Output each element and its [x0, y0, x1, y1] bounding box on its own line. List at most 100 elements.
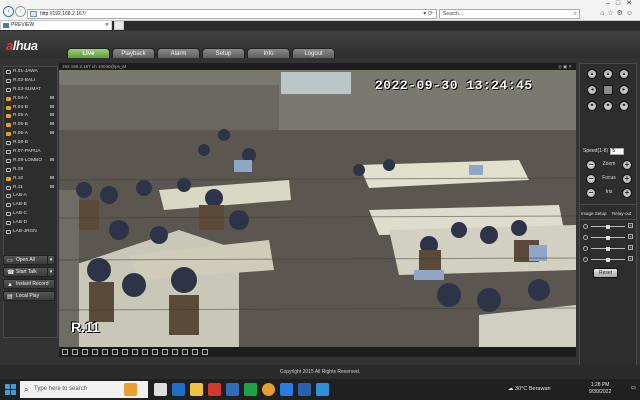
tab-relay-out[interactable]: Relay-out	[612, 211, 631, 216]
iris-open-button[interactable]: +	[622, 188, 632, 198]
channel-item[interactable]: R.09	[4, 166, 57, 175]
channel-item[interactable]: R.08-LOMBO M	[4, 157, 57, 166]
live-video-view[interactable]: 2022-09-30 13:24:45 R.11	[59, 70, 576, 347]
saturation-slider[interactable]: +	[583, 245, 633, 252]
channel-item[interactable]: LAB-D	[4, 219, 57, 228]
tab-live[interactable]: Live	[67, 48, 110, 58]
new-tab-button[interactable]	[114, 21, 124, 30]
word-icon[interactable]	[298, 383, 311, 396]
brightness-slider[interactable]: +	[583, 223, 633, 230]
channel-item[interactable]: LAB-A	[4, 192, 57, 201]
slider-thumb[interactable]	[606, 225, 610, 229]
audio-icon[interactable]	[192, 349, 198, 355]
ptz-right-button[interactable]: ▸	[619, 85, 629, 95]
open-all-button[interactable]: ▭ Open All ▾	[3, 255, 55, 265]
layout-1-icon[interactable]	[62, 349, 68, 355]
browser-tab[interactable]: PREVIEW ✕	[0, 20, 112, 30]
focus-far-button[interactable]: +	[622, 174, 632, 184]
layout-20-icon[interactable]	[142, 349, 148, 355]
layout-9-icon[interactable]	[92, 349, 98, 355]
channel-item[interactable]: R.05-A M	[4, 112, 57, 121]
tab-logout[interactable]: Logout	[292, 48, 335, 58]
chrome-icon[interactable]	[262, 383, 275, 396]
reset-button[interactable]: Reset	[593, 268, 618, 278]
layout-8-icon[interactable]	[112, 349, 118, 355]
file-explorer-icon[interactable]	[190, 383, 203, 396]
people-app-icon[interactable]	[124, 383, 137, 396]
channel-item[interactable]: R.07-PAPUA	[4, 148, 57, 157]
search-icon[interactable]: ⌕	[574, 10, 577, 18]
mail-icon[interactable]	[226, 383, 239, 396]
layout-13-icon[interactable]	[132, 349, 138, 355]
ptz-down-right-button[interactable]: ▾	[619, 101, 629, 111]
browser-search-input[interactable]: Search... ⌕	[439, 9, 580, 19]
weather-widget[interactable]: ☁ 30°C Berawan	[508, 386, 551, 392]
instant-record-button[interactable]: ▲ Instant Record	[3, 279, 55, 289]
snapshot-icon[interactable]	[172, 349, 178, 355]
fit-window-icon[interactable]	[202, 349, 208, 355]
dropdown-icon[interactable]: ▾	[47, 255, 54, 265]
channel-item[interactable]: R.02-BALI	[4, 77, 57, 86]
saturation-plus-icon[interactable]: +	[628, 245, 633, 250]
zoom-out-button[interactable]: −	[586, 160, 596, 170]
slider-thumb[interactable]	[606, 258, 610, 262]
excel-icon[interactable]	[244, 383, 257, 396]
tab-image-setup[interactable]: Image Setup	[581, 211, 607, 216]
channel-item[interactable]: R.03-SUMAT	[4, 86, 57, 95]
channel-item[interactable]: R.04-A M	[4, 95, 57, 104]
hue-plus-icon[interactable]: +	[628, 256, 633, 261]
slider-thumb[interactable]	[606, 247, 610, 251]
window-icons[interactable]: ◎▣✕	[558, 63, 573, 70]
channel-item[interactable]: LAB-B	[4, 201, 57, 210]
layout-4-icon[interactable]	[72, 349, 78, 355]
zoom-icon[interactable]	[280, 383, 293, 396]
iris-close-button[interactable]: −	[586, 188, 596, 198]
windows-start-button[interactable]	[5, 384, 16, 395]
browser-tool-icons[interactable]: ⌂☆⚙☺	[600, 9, 636, 17]
layout-16-icon[interactable]	[102, 349, 108, 355]
slider-thumb[interactable]	[606, 236, 610, 240]
ptz-down-button[interactable]: ▾	[603, 101, 613, 111]
local-play-button[interactable]: ▤ Local Play	[3, 291, 55, 301]
contrast-slider[interactable]: +	[583, 234, 633, 241]
ptz-up-right-button[interactable]: ▴	[619, 69, 629, 79]
focus-near-button[interactable]: −	[586, 174, 596, 184]
hue-slider[interactable]: +	[583, 256, 633, 263]
system-clock[interactable]: 1:28 PM 9/30/2022	[589, 382, 611, 396]
refresh-icon[interactable]: ▾ ⟳	[423, 10, 433, 18]
start-talk-button[interactable]: ☎ Start Talk ▾	[3, 267, 55, 277]
store-icon[interactable]	[208, 383, 221, 396]
edge-icon[interactable]	[172, 383, 185, 396]
ptz-left-button[interactable]: ◂	[587, 85, 597, 95]
layout-6-icon[interactable]	[122, 349, 128, 355]
record-toggle-icon[interactable]	[182, 349, 188, 355]
tab-playback[interactable]: Playback	[112, 48, 155, 58]
channel-item[interactable]: R.06-B	[4, 139, 57, 148]
speed-select[interactable]: 5	[610, 148, 625, 155]
close-tab-icon[interactable]: ✕	[105, 21, 109, 30]
fullscreen-icon[interactable]	[82, 349, 88, 355]
layout-36-icon[interactable]	[162, 349, 168, 355]
back-button[interactable]: ‹	[3, 6, 14, 17]
window-controls[interactable]: –□✕	[606, 0, 638, 7]
ptz-down-left-button[interactable]: ▾	[587, 101, 597, 111]
channel-item[interactable]: R.11 M	[4, 184, 57, 193]
channel-item[interactable]: LAB-C	[4, 210, 57, 219]
zoom-in-button[interactable]: +	[622, 160, 632, 170]
channel-item[interactable]: R.06-A M	[4, 130, 57, 139]
channel-item[interactable]: R.01-JAWA	[4, 68, 57, 77]
brightness-plus-icon[interactable]: +	[628, 223, 633, 228]
ptz-up-left-button[interactable]: ▴	[587, 69, 597, 79]
forward-button[interactable]: ›	[15, 6, 26, 17]
ptz-up-button[interactable]: ▴	[603, 69, 613, 79]
channel-item[interactable]: LAB-JRGN	[4, 228, 57, 237]
channel-item[interactable]: R.05-B M	[4, 121, 57, 130]
address-bar[interactable]: http://192.168.2.167/ ▾ ⟳	[27, 9, 437, 19]
tab-alarm[interactable]: Alarm	[157, 48, 200, 58]
internet-explorer-icon[interactable]	[316, 383, 329, 396]
notification-icon[interactable]: ▭	[631, 385, 636, 391]
tab-info[interactable]: Info	[247, 48, 290, 58]
tab-setup[interactable]: Setup	[202, 48, 245, 58]
dropdown-icon[interactable]: ▾	[47, 267, 54, 277]
contrast-plus-icon[interactable]: +	[628, 234, 633, 239]
